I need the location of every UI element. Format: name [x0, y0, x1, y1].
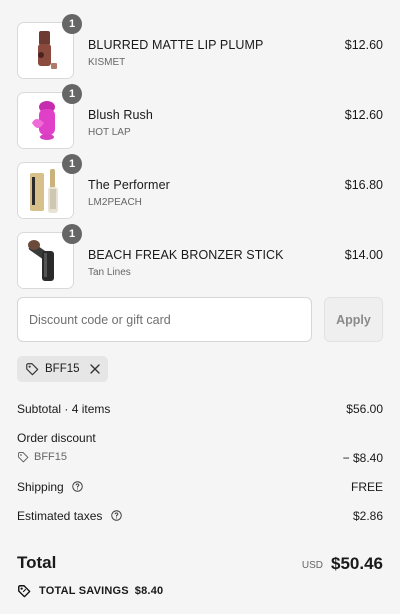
- product-price: $12.60: [344, 38, 383, 52]
- order-summary: Subtotal · 4 items $56.00 Order discount…: [17, 402, 383, 529]
- line-items-list: 1 BLURRED MATTE LIP PLUMP KISMET $12.60 …: [17, 14, 385, 302]
- savings-tag-icon: [18, 585, 31, 598]
- order-discount-label: Order discount: [17, 431, 96, 445]
- product-variant: Tan Lines: [88, 267, 131, 278]
- remove-discount-close-icon[interactable]: [88, 362, 102, 376]
- product-thumbnail: 1: [17, 14, 82, 79]
- product-name: BLURRED MATTE LIP PLUMP: [88, 38, 264, 52]
- product-thumbnail: 1: [17, 84, 82, 149]
- tag-icon: [18, 452, 29, 463]
- help-circle-icon[interactable]: [110, 510, 122, 521]
- applied-discount-chip: BFF15: [17, 356, 108, 382]
- applied-discount-code: BFF15: [45, 363, 80, 375]
- product-name: Blush Rush: [88, 108, 153, 122]
- order-discount-code: BFF15: [34, 451, 68, 463]
- product-variant: HOT LAP: [88, 127, 131, 138]
- tag-icon: [26, 363, 39, 376]
- help-circle-icon[interactable]: [72, 481, 83, 492]
- total-row: Total USD $50.46: [17, 553, 383, 577]
- quantity-badge: 1: [62, 84, 82, 104]
- shipping-value: FREE: [350, 480, 383, 494]
- product-thumbnail: 1: [17, 224, 82, 289]
- line-item: 1 BEACH FREAK BRONZER STICK Tan Lines $1…: [17, 224, 385, 302]
- subtotal-row: Subtotal · 4 items $56.00: [17, 402, 383, 422]
- subtotal-value: $56.00: [346, 402, 383, 416]
- total-label: Total: [17, 553, 57, 572]
- total-savings: TOTAL SAVINGS $8.40: [17, 584, 163, 598]
- shipping-label: Shipping: [17, 480, 64, 494]
- apply-discount-button[interactable]: Apply: [324, 297, 383, 342]
- discount-code-input[interactable]: [17, 297, 312, 342]
- total-savings-value: $8.40: [134, 585, 164, 597]
- order-discount-value: − $8.40: [342, 451, 383, 465]
- product-price: $14.00: [344, 248, 383, 262]
- product-price: $12.60: [344, 108, 383, 122]
- subtotal-label: Subtotal · 4 items: [17, 402, 111, 416]
- product-name: BEACH FREAK BRONZER STICK: [88, 248, 284, 262]
- line-item: 1 The Performer LM2PEACH $16.80: [17, 154, 385, 232]
- product-price: $16.80: [344, 178, 383, 192]
- product-variant: KISMET: [88, 57, 126, 68]
- quantity-badge: 1: [62, 224, 82, 244]
- product-thumbnail: 1: [17, 154, 82, 219]
- product-variant: LM2PEACH: [88, 197, 142, 208]
- discount-form: Apply: [17, 297, 383, 342]
- total-value: $50.46: [331, 554, 383, 573]
- line-item: 1 BLURRED MATTE LIP PLUMP KISMET $12.60: [17, 14, 385, 92]
- order-discount-code-row: BFF15 − $8.40: [17, 451, 383, 471]
- order-discount-row: Order discount: [17, 431, 383, 451]
- quantity-badge: 1: [62, 14, 82, 34]
- shipping-row: Shipping FREE: [17, 480, 383, 500]
- quantity-badge: 1: [62, 154, 82, 174]
- taxes-row: Estimated taxes $2.86: [17, 509, 383, 529]
- line-item: 1 Blush Rush HOT LAP $12.60: [17, 84, 385, 162]
- taxes-value: $2.86: [352, 509, 383, 523]
- taxes-label: Estimated taxes: [17, 509, 103, 523]
- total-currency: USD: [301, 560, 323, 571]
- total-savings-label: TOTAL SAVINGS: [39, 585, 129, 597]
- product-name: The Performer: [88, 178, 170, 192]
